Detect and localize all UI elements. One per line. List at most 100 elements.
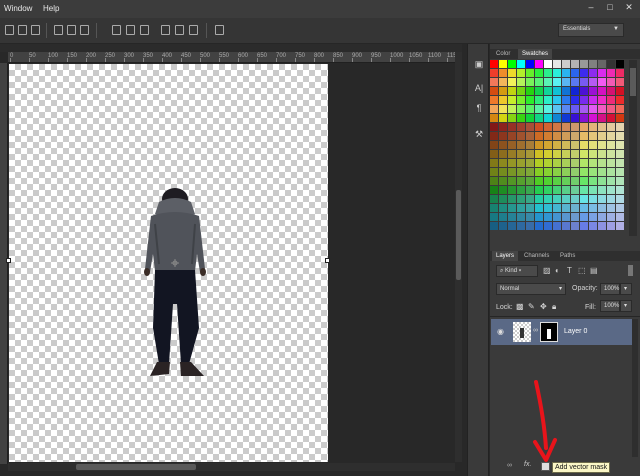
swatch[interactable] — [499, 123, 507, 131]
swatch[interactable] — [589, 204, 597, 212]
swatch[interactable] — [616, 114, 624, 122]
swatch[interactable] — [490, 123, 498, 131]
swatch[interactable] — [526, 177, 534, 185]
swatch[interactable] — [598, 222, 606, 230]
swatch[interactable] — [553, 132, 561, 140]
swatch[interactable] — [526, 123, 534, 131]
layer-row[interactable]: ◉ ∞ Layer 0 — [491, 319, 632, 345]
swatch[interactable] — [490, 222, 498, 230]
swatch[interactable] — [580, 87, 588, 95]
swatch[interactable] — [616, 87, 624, 95]
swatch[interactable] — [607, 150, 615, 158]
swatch[interactable] — [499, 213, 507, 221]
swatch[interactable] — [553, 87, 561, 95]
swatch[interactable] — [562, 204, 570, 212]
swatch[interactable] — [607, 186, 615, 194]
swatch[interactable] — [616, 186, 624, 194]
swatch[interactable] — [526, 204, 534, 212]
align-right-icon[interactable] — [31, 25, 40, 35]
swatch[interactable] — [544, 159, 552, 167]
swatch[interactable] — [598, 195, 606, 203]
swatch[interactable] — [571, 123, 579, 131]
swatch[interactable] — [535, 213, 543, 221]
swatch[interactable] — [553, 159, 561, 167]
tool-presets-icon[interactable]: ⚒ — [473, 128, 485, 140]
swatch[interactable] — [499, 78, 507, 86]
swatch[interactable] — [508, 177, 516, 185]
swatch[interactable] — [499, 105, 507, 113]
swatch[interactable] — [616, 69, 624, 77]
swatch[interactable] — [607, 123, 615, 131]
swatch[interactable] — [553, 168, 561, 176]
swatch[interactable] — [544, 123, 552, 131]
swatch[interactable] — [562, 213, 570, 221]
swatch[interactable] — [607, 168, 615, 176]
swatch[interactable] — [589, 213, 597, 221]
swatch[interactable] — [499, 87, 507, 95]
lock-all-icon[interactable]: 🔒︎ — [552, 302, 556, 312]
swatch[interactable] — [616, 123, 624, 131]
swatch[interactable] — [508, 150, 516, 158]
swatch[interactable] — [589, 78, 597, 86]
swatch[interactable] — [589, 132, 597, 140]
swatch[interactable] — [571, 78, 579, 86]
swatch[interactable] — [616, 213, 624, 221]
swatch[interactable] — [526, 132, 534, 140]
swatch[interactable] — [580, 195, 588, 203]
swatch[interactable] — [598, 87, 606, 95]
swatch[interactable] — [589, 105, 597, 113]
align-middle-icon[interactable] — [67, 25, 76, 35]
swatch[interactable] — [580, 114, 588, 122]
transform-handle-right[interactable] — [325, 258, 330, 263]
swatch[interactable] — [571, 141, 579, 149]
swatch[interactable] — [508, 69, 516, 77]
swatch[interactable] — [598, 123, 606, 131]
visibility-eye-icon[interactable]: ◉ — [497, 327, 504, 336]
fill-input[interactable]: 100% — [600, 300, 620, 312]
swatch[interactable] — [535, 204, 543, 212]
distribute-right-icon[interactable] — [189, 25, 198, 35]
tab-color[interactable]: Color — [492, 49, 514, 59]
tab-layers[interactable]: Layers — [492, 251, 519, 261]
swatch[interactable] — [598, 114, 606, 122]
swatch[interactable] — [580, 78, 588, 86]
swatch[interactable] — [526, 168, 534, 176]
swatch[interactable] — [580, 150, 588, 158]
swatch[interactable] — [607, 60, 615, 68]
swatch[interactable] — [499, 60, 507, 68]
swatch[interactable] — [535, 78, 543, 86]
swatch[interactable] — [517, 186, 525, 194]
swatch[interactable] — [580, 123, 588, 131]
swatch[interactable] — [616, 105, 624, 113]
swatch[interactable] — [580, 60, 588, 68]
swatch[interactable] — [553, 69, 561, 77]
lock-image-icon[interactable]: ✎ — [528, 302, 535, 311]
filter-smart-object-icon[interactable]: ▤ — [590, 266, 598, 275]
swatch[interactable] — [553, 204, 561, 212]
swatch[interactable] — [544, 96, 552, 104]
swatch[interactable] — [580, 69, 588, 77]
swatch[interactable] — [607, 177, 615, 185]
tab-paths[interactable]: Paths — [556, 251, 579, 261]
swatch[interactable] — [598, 213, 606, 221]
swatch[interactable] — [544, 204, 552, 212]
swatch[interactable] — [526, 186, 534, 194]
tab-channels[interactable]: Channels — [520, 251, 553, 261]
swatch[interactable] — [571, 213, 579, 221]
swatch[interactable] — [571, 114, 579, 122]
swatch[interactable] — [562, 177, 570, 185]
swatch[interactable] — [526, 78, 534, 86]
swatch[interactable] — [598, 132, 606, 140]
swatch[interactable] — [553, 213, 561, 221]
swatch[interactable] — [535, 222, 543, 230]
swatch[interactable] — [571, 87, 579, 95]
swatch[interactable] — [589, 168, 597, 176]
swatch[interactable] — [517, 195, 525, 203]
swatch[interactable] — [580, 204, 588, 212]
swatch[interactable] — [598, 69, 606, 77]
filter-adjustment-icon[interactable]: ◐ — [555, 266, 560, 275]
swatch[interactable] — [499, 132, 507, 140]
swatch[interactable] — [544, 177, 552, 185]
link-icon[interactable]: ∞ — [533, 327, 538, 334]
swatch[interactable] — [508, 141, 516, 149]
